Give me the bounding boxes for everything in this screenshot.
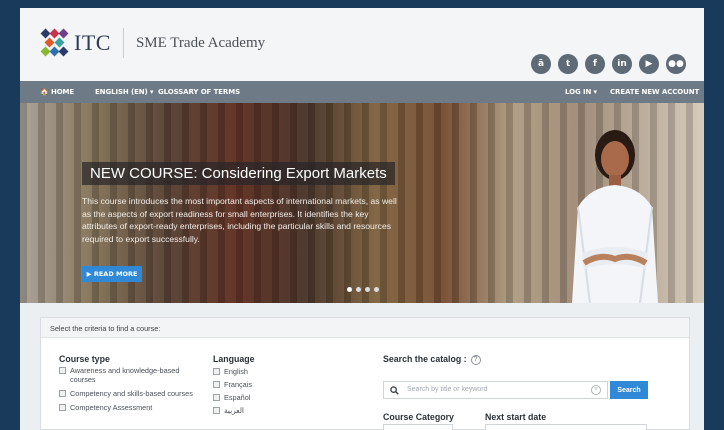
social-links: ā t f in ▶ ●● (531, 54, 686, 74)
carousel-dot[interactable] (347, 287, 352, 292)
linkedin-icon[interactable]: in (612, 54, 632, 74)
nav-glossary[interactable]: GLOSSARY OF TERMS (158, 88, 240, 96)
language-option[interactable]: Français (213, 380, 252, 389)
language-option[interactable]: العربية (213, 406, 244, 415)
hero-banner: NEW COURSE: Considering Export Markets T… (20, 103, 704, 303)
search-icon (384, 382, 404, 398)
logo-divider (122, 28, 124, 58)
course-type-title: Course type (59, 354, 110, 364)
option-label: Español (224, 393, 251, 402)
course-search-panel: Select the criteria to find a course: Co… (40, 317, 690, 430)
clear-icon[interactable]: × (591, 385, 601, 395)
option-label: Français (224, 380, 252, 389)
youtube-icon[interactable]: ▶ (639, 54, 659, 74)
hero-description: This course introduces the most importan… (82, 196, 397, 244)
start-date-select[interactable] (485, 424, 647, 430)
account-icon[interactable]: ā (531, 54, 551, 74)
option-label: Competency Assessment (70, 403, 153, 412)
carousel-dot[interactable] (356, 287, 361, 292)
option-label: Awareness and knowledge-based courses (70, 366, 180, 384)
language-option[interactable]: English (213, 367, 248, 376)
checkbox[interactable] (213, 407, 220, 414)
search-placeholder: Search by title or keyword (407, 386, 488, 393)
nav-language-menu[interactable]: ENGLISH (EN) ▾ (95, 88, 153, 96)
next-start-date-title: Next start date (485, 412, 547, 422)
help-icon[interactable]: ? (470, 354, 481, 365)
search-button[interactable]: Search (610, 381, 648, 399)
checkbox[interactable] (213, 394, 220, 401)
read-more-button[interactable]: ▶ READ MORE (82, 266, 142, 282)
carousel-dot[interactable] (374, 287, 379, 292)
academy-name: SME Trade Academy (135, 34, 266, 51)
checkbox[interactable] (59, 367, 66, 374)
hero-person-image (572, 130, 658, 303)
checkbox[interactable] (59, 404, 66, 411)
course-type-option[interactable]: Awareness and knowledge-based courses (59, 366, 199, 384)
site-header: ITC SME Trade Academy ā t f in ▶ ●● (20, 8, 704, 81)
course-type-option[interactable]: Competency and skills-based courses (59, 389, 219, 398)
main-nav: 🏠 HOME ENGLISH (EN) ▾ GLOSSARY OF TERMS … (20, 81, 704, 103)
catalog-search-input[interactable]: Search by title or keyword × (383, 381, 608, 399)
language-option[interactable]: Español (213, 393, 250, 402)
browser-page: ITC SME Trade Academy ā t f in ▶ ●● 🏠 HO… (20, 8, 704, 430)
catalog-search-title: Search the catalog :? (383, 354, 481, 365)
option-label: English (224, 367, 248, 376)
itc-logo[interactable]: ITC SME Trade Academy (40, 28, 265, 58)
checkbox[interactable] (59, 390, 66, 397)
course-type-option[interactable]: Competency Assessment (59, 403, 219, 412)
nav-home[interactable]: 🏠 HOME (40, 88, 74, 96)
logo-text: ITC (74, 30, 111, 55)
flickr-icon[interactable]: ●● (666, 54, 686, 74)
language-title: Language (213, 354, 255, 364)
course-category-title: Course Category (383, 412, 454, 422)
option-label: العربية (224, 406, 244, 415)
hero-title: NEW COURSE: Considering Export Markets (82, 162, 395, 185)
course-category-select[interactable] (383, 424, 453, 430)
panel-heading: Select the criteria to find a course: (41, 318, 689, 338)
nav-create-account[interactable]: CREATE NEW ACCOUNT (610, 88, 699, 96)
twitter-icon[interactable]: t (558, 54, 578, 74)
itc-logo-icon (40, 28, 69, 57)
checkbox[interactable] (213, 368, 220, 375)
facebook-icon[interactable]: f (585, 54, 605, 74)
option-label: Competency and skills-based courses (70, 389, 193, 398)
carousel-dot[interactable] (365, 287, 370, 292)
carousel-dots (347, 287, 379, 292)
catalog-search-label: Search the catalog : (383, 354, 467, 364)
nav-login-menu[interactable]: LOG IN ▾ (565, 88, 597, 96)
checkbox[interactable] (213, 381, 220, 388)
